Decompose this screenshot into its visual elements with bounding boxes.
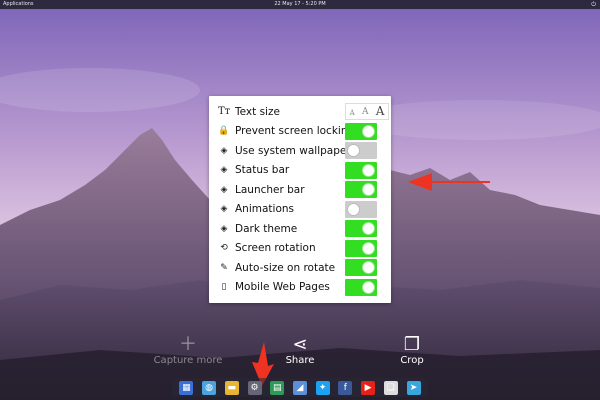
- setting-row[interactable]: ◈ Launcher bar: [209, 180, 391, 200]
- toggle-knob: [362, 280, 375, 294]
- setting-label: Prevent screen locking: [235, 125, 355, 138]
- eye-off-icon: ◈: [220, 165, 228, 176]
- setting-toggle[interactable]: [345, 161, 377, 179]
- eye-off-icon: ◈: [220, 223, 228, 234]
- globe-icon[interactable]: ◍: [202, 380, 217, 395]
- quick-settings-panel: Tт Text size A A A 🔒 Prevent screen locki…: [209, 96, 391, 303]
- setting-toggle[interactable]: [345, 259, 377, 276]
- text-size-medium[interactable]: A: [362, 108, 369, 119]
- launcher-dock: ▦ ◍ ▬ ⚙ ▤ ◢ ✦ f ▶ ❏ ➤: [172, 378, 428, 397]
- clock: 22 May 17 - 5:20 PM: [274, 1, 326, 7]
- top-status-bar: Applications 22 May 17 - 5:20 PM ⏻: [0, 0, 600, 9]
- setting-toggle[interactable]: [345, 181, 377, 198]
- setting-row[interactable]: ◈ Dark theme: [209, 219, 391, 239]
- phone-icon: ▯: [221, 282, 227, 293]
- setting-row[interactable]: 🔒 Prevent screen locking: [209, 122, 391, 142]
- toggle-knob: [347, 202, 360, 216]
- toggle-knob: [362, 163, 375, 177]
- rotation-icon: ⟲: [220, 243, 228, 254]
- capture-more-label: Capture more: [153, 355, 223, 366]
- lock-icon: 🔒: [218, 126, 230, 137]
- setting-row[interactable]: ◈ Use system wallpaper: [209, 141, 391, 161]
- setting-row[interactable]: ⟲ Screen rotation: [209, 239, 391, 259]
- power-icon[interactable]: ⏻: [591, 0, 596, 9]
- text-size-label: Text size: [235, 105, 280, 118]
- plus-icon: ＋: [179, 334, 197, 355]
- crop-label: Crop: [400, 355, 424, 366]
- toggle-knob: [362, 124, 375, 138]
- capture-more-button[interactable]: ＋ Capture more: [150, 334, 226, 367]
- setting-label: Animations: [235, 203, 295, 216]
- text-size-large[interactable]: A: [376, 105, 385, 119]
- eye-off-icon: ◈: [220, 145, 228, 156]
- eye-off-icon: ◈: [220, 184, 228, 195]
- setting-row[interactable]: ▯ Mobile Web Pages: [209, 278, 391, 298]
- twitter-icon[interactable]: ✦: [315, 380, 330, 395]
- telegram-icon[interactable]: ➤: [406, 380, 421, 395]
- toggle-knob: [362, 241, 375, 255]
- crop-icon: ❐: [403, 334, 421, 355]
- setting-label: Status bar: [235, 164, 290, 177]
- setting-label: Use system wallpaper: [235, 144, 351, 157]
- crop-button[interactable]: ❐ Crop: [392, 334, 432, 367]
- toggle-knob: [347, 144, 360, 157]
- magic-wand-icon: ✎: [220, 262, 228, 273]
- share-button[interactable]: ⋖ Share: [275, 334, 325, 367]
- text-size-icon: Tт: [218, 106, 231, 118]
- share-icon: ⋖: [292, 334, 308, 355]
- setting-label: Mobile Web Pages: [235, 281, 330, 294]
- setting-label: Dark theme: [235, 222, 298, 235]
- setting-toggle[interactable]: [345, 239, 377, 257]
- setting-toggle[interactable]: [345, 200, 377, 218]
- settings-gear-icon[interactable]: ⚙: [247, 380, 262, 395]
- copy-icon[interactable]: ❏: [383, 380, 398, 395]
- setting-row[interactable]: ◈ Status bar: [209, 161, 391, 181]
- facebook-icon[interactable]: f: [338, 380, 353, 395]
- folder-icon[interactable]: ▬: [224, 380, 239, 395]
- megaphone-icon[interactable]: ◢: [292, 380, 307, 395]
- text-size-small[interactable]: A: [350, 110, 355, 119]
- setting-toggle[interactable]: [345, 220, 377, 237]
- eye-off-icon: ◈: [220, 204, 228, 215]
- share-label: Share: [285, 355, 315, 366]
- toggle-knob: [362, 261, 375, 274]
- app-grid-icon[interactable]: ▦: [179, 380, 194, 395]
- text-size-selector: A A A: [345, 103, 389, 120]
- store-icon[interactable]: ▤: [270, 380, 285, 395]
- setting-label: Screen rotation: [235, 242, 316, 255]
- setting-toggle[interactable]: [345, 278, 377, 296]
- setting-label: Auto-size on rotate: [235, 261, 336, 274]
- setting-label: Launcher bar: [235, 183, 305, 196]
- youtube-icon[interactable]: ▶: [361, 380, 376, 395]
- toggle-knob: [362, 183, 375, 196]
- setting-toggle[interactable]: [345, 142, 377, 159]
- setting-row[interactable]: ◈ Animations: [209, 200, 391, 220]
- text-size-row: Tт Text size A A A: [209, 102, 391, 122]
- setting-row[interactable]: ✎ Auto-size on rotate: [209, 258, 391, 278]
- setting-toggle[interactable]: [345, 122, 377, 140]
- toggle-knob: [362, 222, 375, 235]
